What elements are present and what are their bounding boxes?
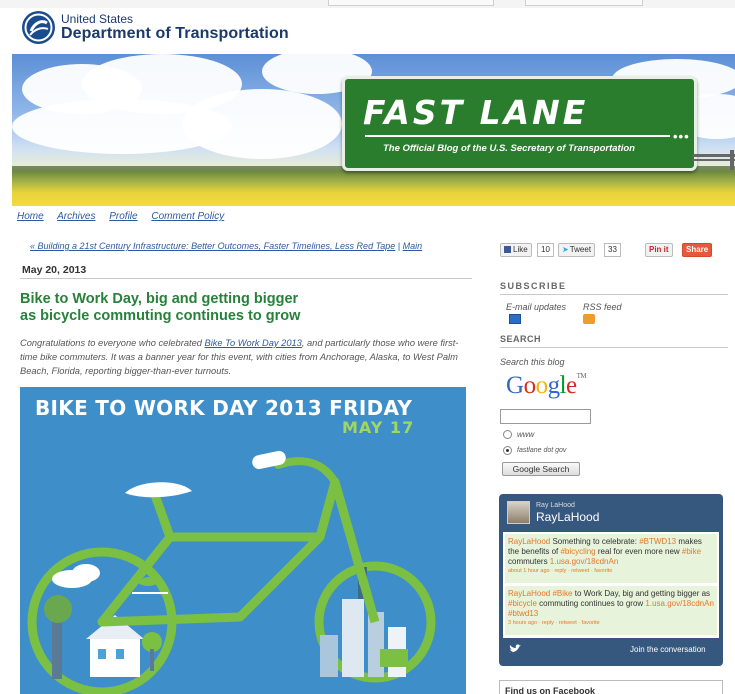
twitter-bird-icon[interactable]: [508, 643, 522, 655]
radio-www[interactable]: [503, 430, 512, 439]
search-input[interactable]: [500, 409, 591, 424]
blog-subtitle: The Official Blog of the U.S. Secretary …: [383, 143, 635, 154]
tweet-item: RayLaHood Something to celebrate: #BTWD1…: [505, 534, 717, 583]
post-body: Congratulations to everyone who celebrat…: [20, 338, 459, 376]
facebook-like-button[interactable]: Like: [500, 243, 532, 257]
radio-www-label: www: [517, 430, 535, 439]
fast-lane-sign: FAST LANE ••• The Official Blog of the U…: [342, 76, 697, 171]
breadcrumb: « Building a 21st Century Infrastructure…: [30, 241, 423, 251]
radio-fastlane-label: fastlane dot gov: [517, 447, 567, 454]
twitter-handle[interactable]: RayLaHood: [536, 510, 599, 524]
nav-home[interactable]: Home: [17, 211, 44, 222]
facebook-heading: Find us on Facebook: [505, 686, 596, 694]
post-title[interactable]: Bike to Work Day, big and getting bigger…: [20, 291, 470, 325]
tweet-count: 33: [604, 243, 621, 257]
rss-feed-link[interactable]: RSS feed: [583, 302, 622, 312]
bike-to-work-day-poster: BIKE TO WORK DAY 2013 FRIDAY MAY 17: [20, 387, 466, 694]
avatar[interactable]: [507, 501, 530, 524]
dot-logo-icon: [22, 11, 55, 44]
poster-date: MAY 17: [342, 418, 415, 437]
google-logo: GoogleTM: [506, 372, 587, 399]
twitter-widget: Ray LaHood RayLaHood RayLaHood Something…: [499, 494, 723, 666]
post-date: May 20, 2013: [22, 264, 87, 276]
share-bar: Like 10 ➤Tweet 33 Pin it Share: [500, 243, 725, 259]
agency-line2: Department of Transportation: [61, 25, 289, 42]
dot-header[interactable]: United States Department of Transportati…: [18, 8, 418, 54]
search-heading: SEARCH: [500, 334, 728, 348]
main-link[interactable]: Main: [403, 241, 423, 251]
search-label: Search this blog: [500, 357, 565, 367]
previous-post-link[interactable]: « Building a 21st Century Infrastructure…: [30, 241, 395, 251]
blog-banner: FAST LANE ••• The Official Blog of the U…: [12, 54, 735, 206]
bike-to-work-day-link[interactable]: Bike To Work Day 2013: [205, 338, 302, 348]
email-updates-link[interactable]: E-mail updates: [506, 302, 566, 312]
blog-title: FAST LANE: [363, 93, 589, 132]
tweet-feed[interactable]: RayLaHood Something to celebrate: #BTWD1…: [503, 532, 719, 638]
nav-comment-policy[interactable]: Comment Policy: [151, 211, 224, 222]
facebook-box: Find us on Facebook: [499, 680, 723, 694]
tweet-item: RayLaHood #Bike to Work Day, big and get…: [505, 586, 717, 635]
agency-line1: United States: [61, 12, 134, 26]
subscribe-heading: SUBSCRIBE: [500, 281, 728, 295]
like-count: 10: [537, 243, 554, 257]
email-icon[interactable]: [509, 314, 521, 324]
nav-archives[interactable]: Archives: [57, 211, 95, 222]
nav-profile[interactable]: Profile: [109, 211, 137, 222]
share-button[interactable]: Share: [682, 243, 713, 257]
pin-it-button[interactable]: Pin it: [645, 243, 673, 257]
blog-nav: Home Archives Profile Comment Policy: [17, 211, 235, 222]
join-conversation-link[interactable]: Join the conversation: [630, 645, 706, 654]
browser-chrome-strip: [0, 0, 735, 8]
google-search-button[interactable]: Google Search: [502, 462, 580, 476]
browser-tab[interactable]: [328, 0, 494, 6]
twitter-name-small: Ray LaHood: [536, 502, 575, 509]
twitter-bird-icon: ➤: [562, 245, 569, 254]
rss-icon[interactable]: [583, 314, 595, 324]
radio-fastlane[interactable]: [503, 446, 512, 455]
tweet-button[interactable]: ➤Tweet: [558, 243, 596, 257]
poster-title: BIKE TO WORK DAY 2013 FRIDAY: [35, 396, 413, 420]
post-date-bar: May 20, 2013: [20, 259, 472, 279]
browser-tab[interactable]: [525, 0, 643, 6]
facebook-icon: [504, 246, 511, 253]
sign-gantry: [692, 150, 735, 170]
